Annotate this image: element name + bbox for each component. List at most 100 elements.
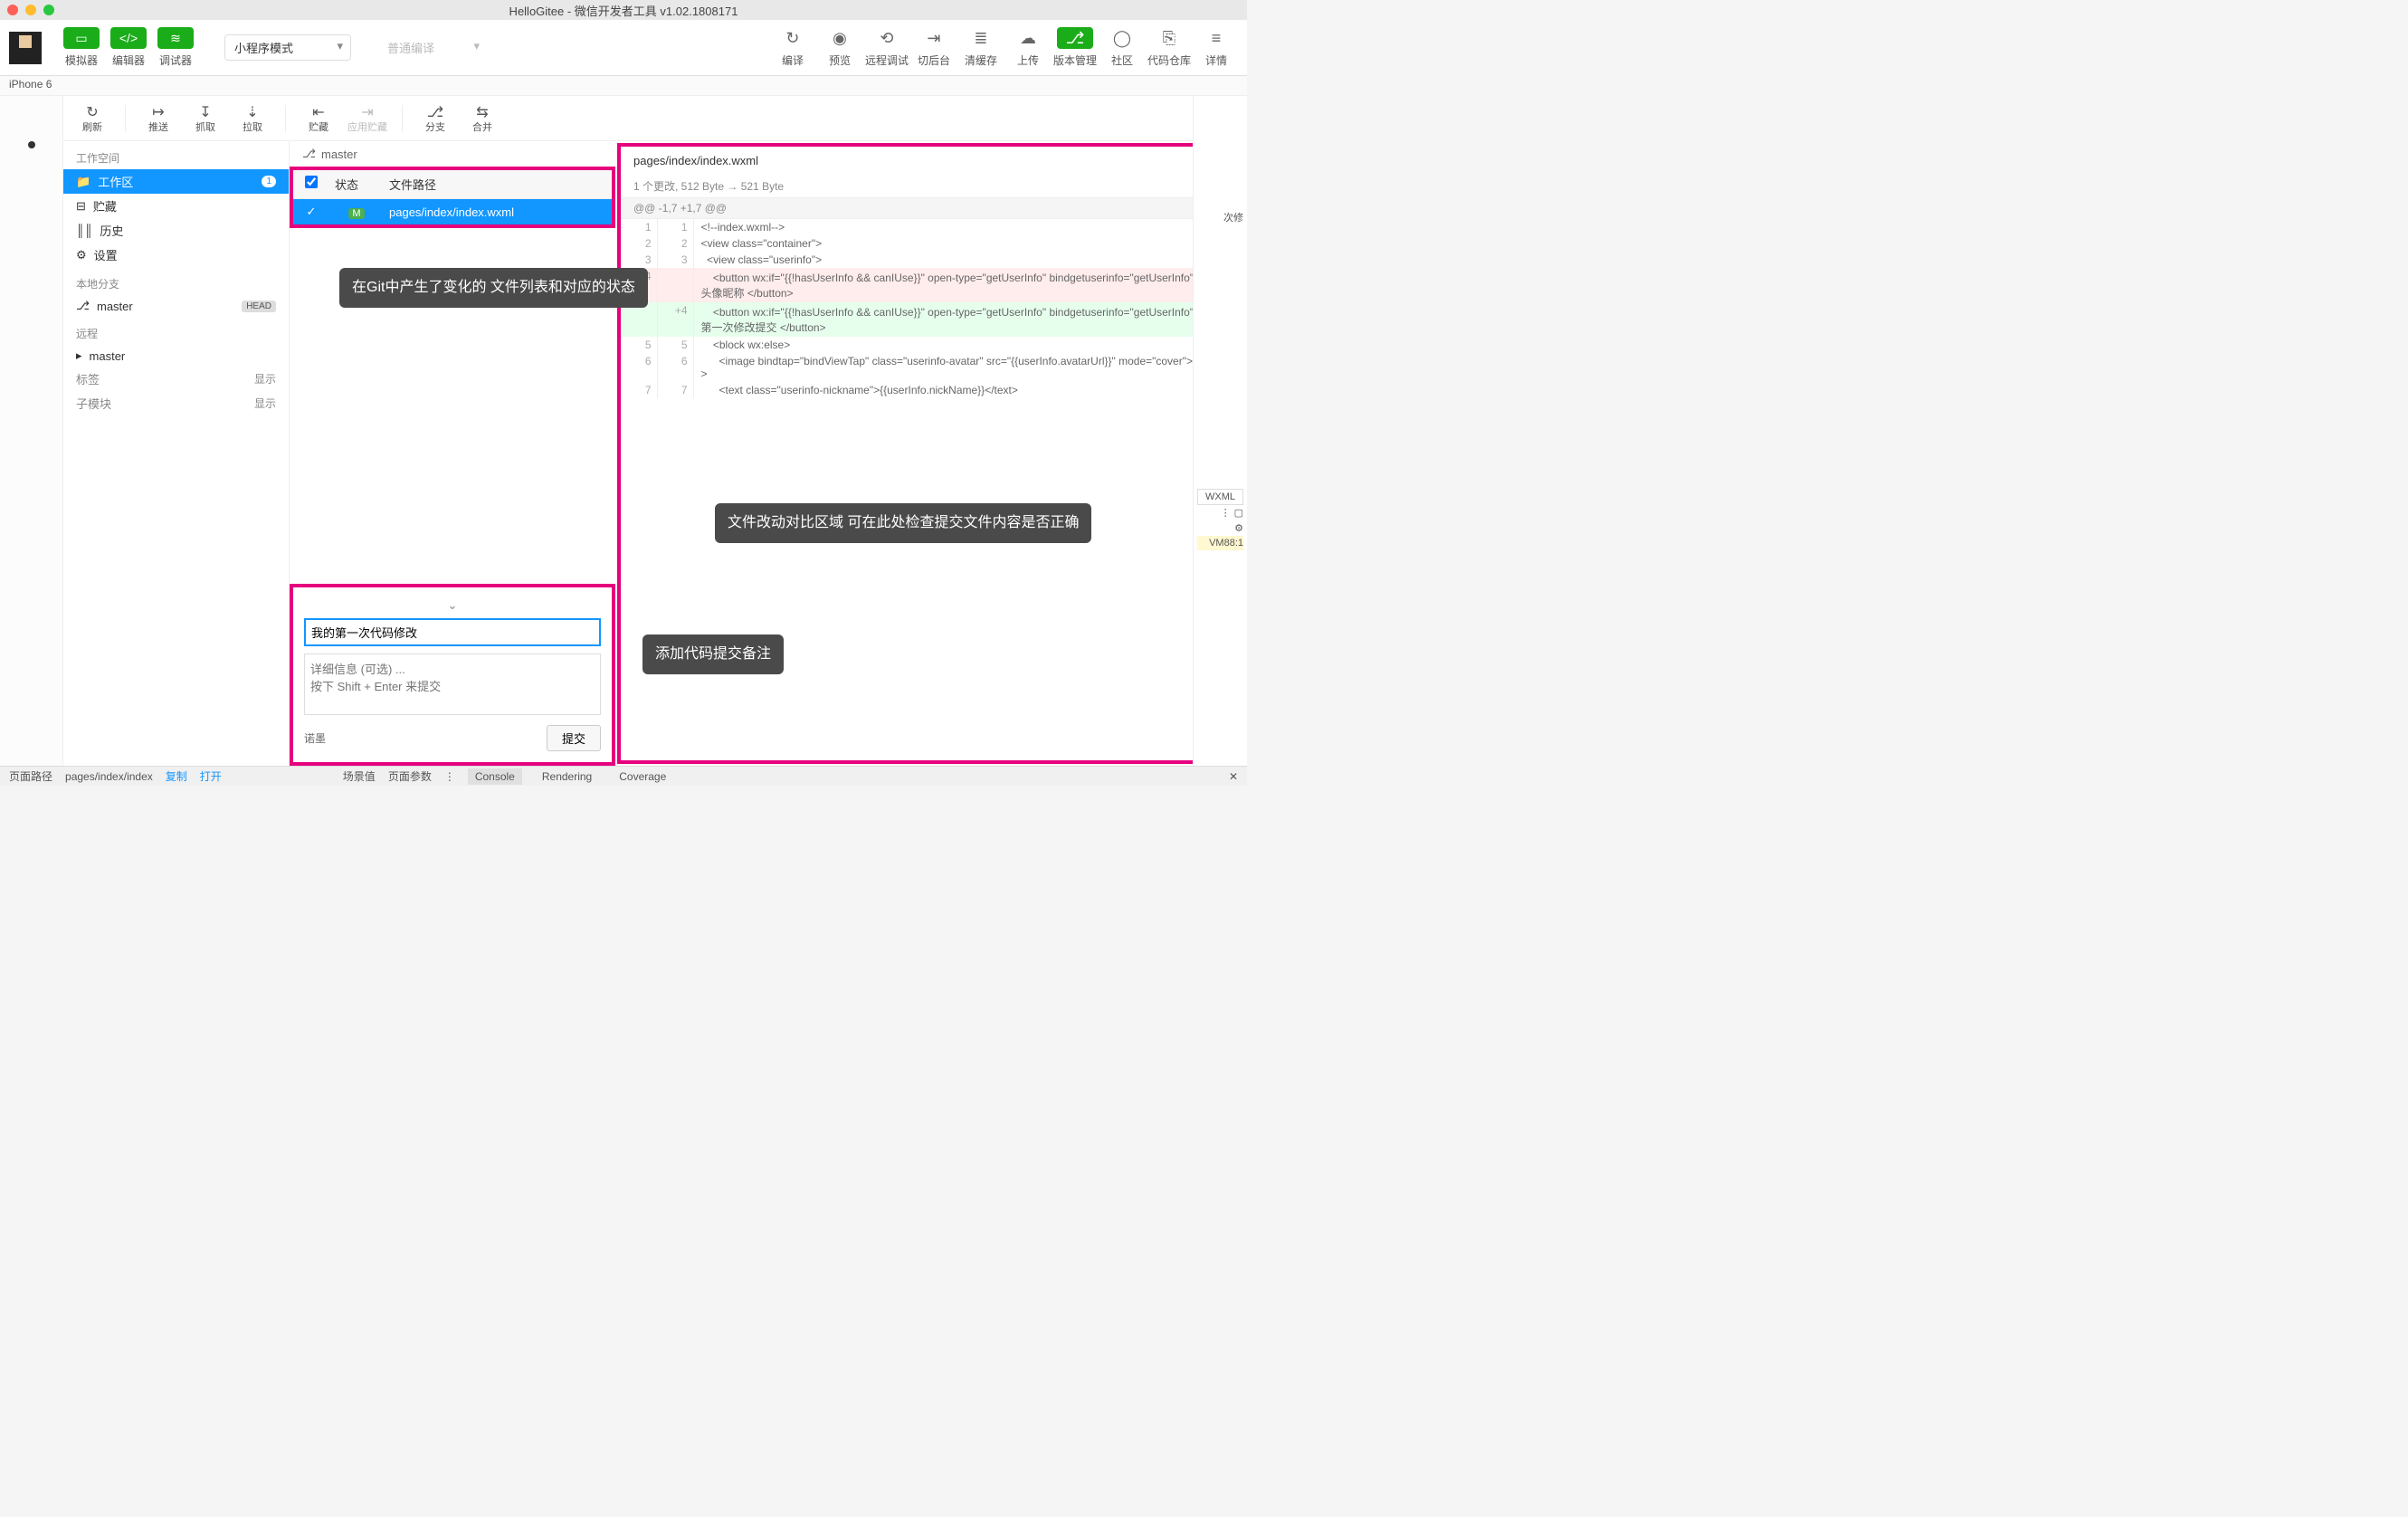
diff-meta: 1 个更改, 512 Byte → 521 Byte (621, 175, 1242, 198)
separator (285, 105, 286, 132)
device-bar: iPhone 6 (0, 76, 1247, 96)
diff-line: 77 <text class="userinfo-nickname">{{use… (621, 382, 1242, 398)
changed-files-table: 状态 文件路径 ✓ M pages/index/index.wxml (290, 167, 615, 228)
top-toolbar: ▭模拟器 </>编辑器 ≋调试器 小程序模式 普通编译 ↻编译 ◉预览 ⟲远程调… (0, 20, 1247, 76)
folder-icon: 📁 (76, 175, 90, 189)
preview-button[interactable]: ◉预览 (818, 27, 861, 68)
window-title: HelloGitee - 微信开发者工具 v1.02.1808171 (509, 2, 738, 19)
git-sidebar: 工作空间 📁工作区1 ⊟贮藏 ║║历史 ⚙设置 本地分支 ⎇masterHEAD… (63, 141, 290, 766)
version-manage-button[interactable]: ⎇版本管理 (1053, 27, 1097, 68)
rendering-tab[interactable]: Rendering (535, 768, 599, 785)
copy-link[interactable]: 复制 (166, 768, 187, 784)
community-button[interactable]: ◯社区 (1100, 27, 1144, 68)
console-tab[interactable]: Console (468, 768, 522, 785)
sliver-wxml-tab[interactable]: WXML (1197, 489, 1243, 505)
separator (125, 105, 126, 132)
apply-stash-button: ⇥应用贮藏 (344, 101, 391, 136)
compile-select-value: 普通编译 (387, 42, 434, 55)
fetch-label: 抓取 (195, 119, 215, 134)
upload-label: 上传 (1017, 52, 1039, 68)
more-icon[interactable]: ⋮ (1221, 507, 1231, 519)
branch-name: master (321, 148, 357, 161)
refresh-icon: ↻ (86, 103, 98, 119)
editor-label: 编辑器 (112, 52, 145, 68)
panel-icon[interactable]: ▢ (1234, 507, 1243, 519)
diff-file-path: pages/index/index.wxml (621, 147, 1242, 175)
sliver-location: VM88:1 (1197, 536, 1243, 550)
check-icon: ✓ (293, 199, 329, 224)
more-icon[interactable]: ⋮ (444, 770, 455, 783)
background-button[interactable]: ⇥切后台 (912, 27, 956, 68)
gear-icon[interactable]: ⚙ (1234, 522, 1243, 534)
tags-show-link[interactable]: 显示 (254, 371, 276, 386)
apply-stash-icon: ⇥ (361, 103, 373, 119)
merge-icon: ⇆ (476, 103, 488, 119)
sidebar-item-remote-master[interactable]: ▸master (63, 345, 289, 367)
collapse-handle[interactable]: ⌄ (304, 598, 601, 613)
stash-button[interactable]: ⇤贮藏 (297, 101, 340, 136)
clear-cache-label: 清缓存 (965, 52, 997, 68)
sidebar-item-submodule[interactable]: 子模块显示 (63, 391, 289, 415)
main-area: ↻刷新 ↦推送 ↧抓取 ⇣拉取 ⇤贮藏 ⇥应用贮藏 ⎇分支 ⇆合并 ▣终端打开 … (0, 96, 1247, 766)
push-button[interactable]: ↦推送 (137, 101, 180, 136)
local-branch-section-header: 本地分支 (63, 267, 289, 295)
history-label: 历史 (100, 222, 123, 239)
branch-button[interactable]: ⎇分支 (414, 101, 457, 136)
status-column-header: 状态 (329, 170, 384, 198)
debugger-button[interactable]: ≋调试器 (154, 27, 197, 68)
sidebar-item-workspace[interactable]: 📁工作区1 (63, 169, 289, 194)
mode-select[interactable]: 小程序模式 (224, 34, 351, 61)
commit-summary-input[interactable] (304, 618, 601, 646)
avatar[interactable] (9, 32, 42, 64)
sidebar-item-stash[interactable]: ⊟贮藏 (63, 194, 289, 218)
file-row[interactable]: ✓ M pages/index/index.wxml (293, 199, 612, 224)
code-repo-button[interactable]: ⎘代码仓库 (1147, 27, 1191, 68)
editor-button[interactable]: </>编辑器 (107, 27, 150, 68)
compile-button[interactable]: ↻编译 (771, 27, 814, 68)
close-window-button[interactable] (7, 5, 18, 15)
upload-button[interactable]: ☁上传 (1006, 27, 1050, 68)
stash-label: 贮藏 (93, 197, 117, 215)
submodule-show-link[interactable]: 显示 (254, 396, 276, 411)
sidebar-item-settings[interactable]: ⚙设置 (63, 243, 289, 267)
merge-label: 合并 (472, 119, 492, 134)
stash-label: 贮藏 (309, 119, 328, 134)
details-label: 详情 (1205, 52, 1227, 68)
remote-debug-label: 远程调试 (865, 52, 909, 68)
commit-button[interactable]: 提交 (547, 725, 601, 751)
coverage-tab[interactable]: Coverage (612, 768, 673, 785)
callout-filelist: 在Git中产生了变化的 文件列表和对应的状态 (339, 268, 648, 308)
pull-button[interactable]: ⇣拉取 (231, 101, 274, 136)
file-path: pages/index/index.wxml (384, 200, 612, 224)
details-button[interactable]: ≡详情 (1194, 27, 1238, 68)
open-link[interactable]: 打开 (200, 768, 222, 784)
diff-line: 11<!--index.wxml--> (621, 219, 1242, 235)
diff-line: 55 <block wx:else> (621, 337, 1242, 353)
clear-cache-button[interactable]: ≣清缓存 (959, 27, 1003, 68)
simulator-button[interactable]: ▭模拟器 (60, 27, 103, 68)
fetch-button[interactable]: ↧抓取 (184, 101, 227, 136)
compile-select[interactable]: 普通编译 (378, 35, 487, 60)
commit-author: 诺墨 (304, 730, 326, 746)
history-icon: ║║ (76, 224, 92, 237)
commit-detail-input[interactable] (304, 654, 601, 715)
params-label: 页面参数 (388, 768, 432, 784)
merge-button[interactable]: ⇆合并 (461, 101, 504, 136)
sidebar-item-tags[interactable]: 标签显示 (63, 367, 289, 391)
titlebar: HelloGitee - 微信开发者工具 v1.02.1808171 (0, 0, 1247, 20)
close-icon[interactable]: ✕ (1229, 770, 1238, 783)
sidebar-item-history[interactable]: ║║ 历史 (63, 218, 289, 243)
pull-icon: ⇣ (246, 103, 258, 119)
maximize-window-button[interactable] (43, 5, 54, 15)
select-all-checkbox[interactable] (305, 176, 318, 188)
sidebar-item-local-master[interactable]: ⎇masterHEAD (63, 295, 289, 317)
push-icon: ↦ (152, 103, 164, 119)
remote-debug-button[interactable]: ⟲远程调试 (865, 27, 909, 68)
settings-label: 设置 (94, 246, 118, 263)
minimize-window-button[interactable] (25, 5, 36, 15)
commit-box: ⌄ 诺墨 提交 (290, 584, 615, 766)
refresh-button[interactable]: ↻刷新 (71, 101, 114, 136)
workspace-badge: 1 (262, 176, 276, 187)
sliver-text: 次修 (1197, 208, 1243, 226)
diff-line: -4 <button wx:if="{{!hasUserInfo && canI… (621, 268, 1242, 302)
